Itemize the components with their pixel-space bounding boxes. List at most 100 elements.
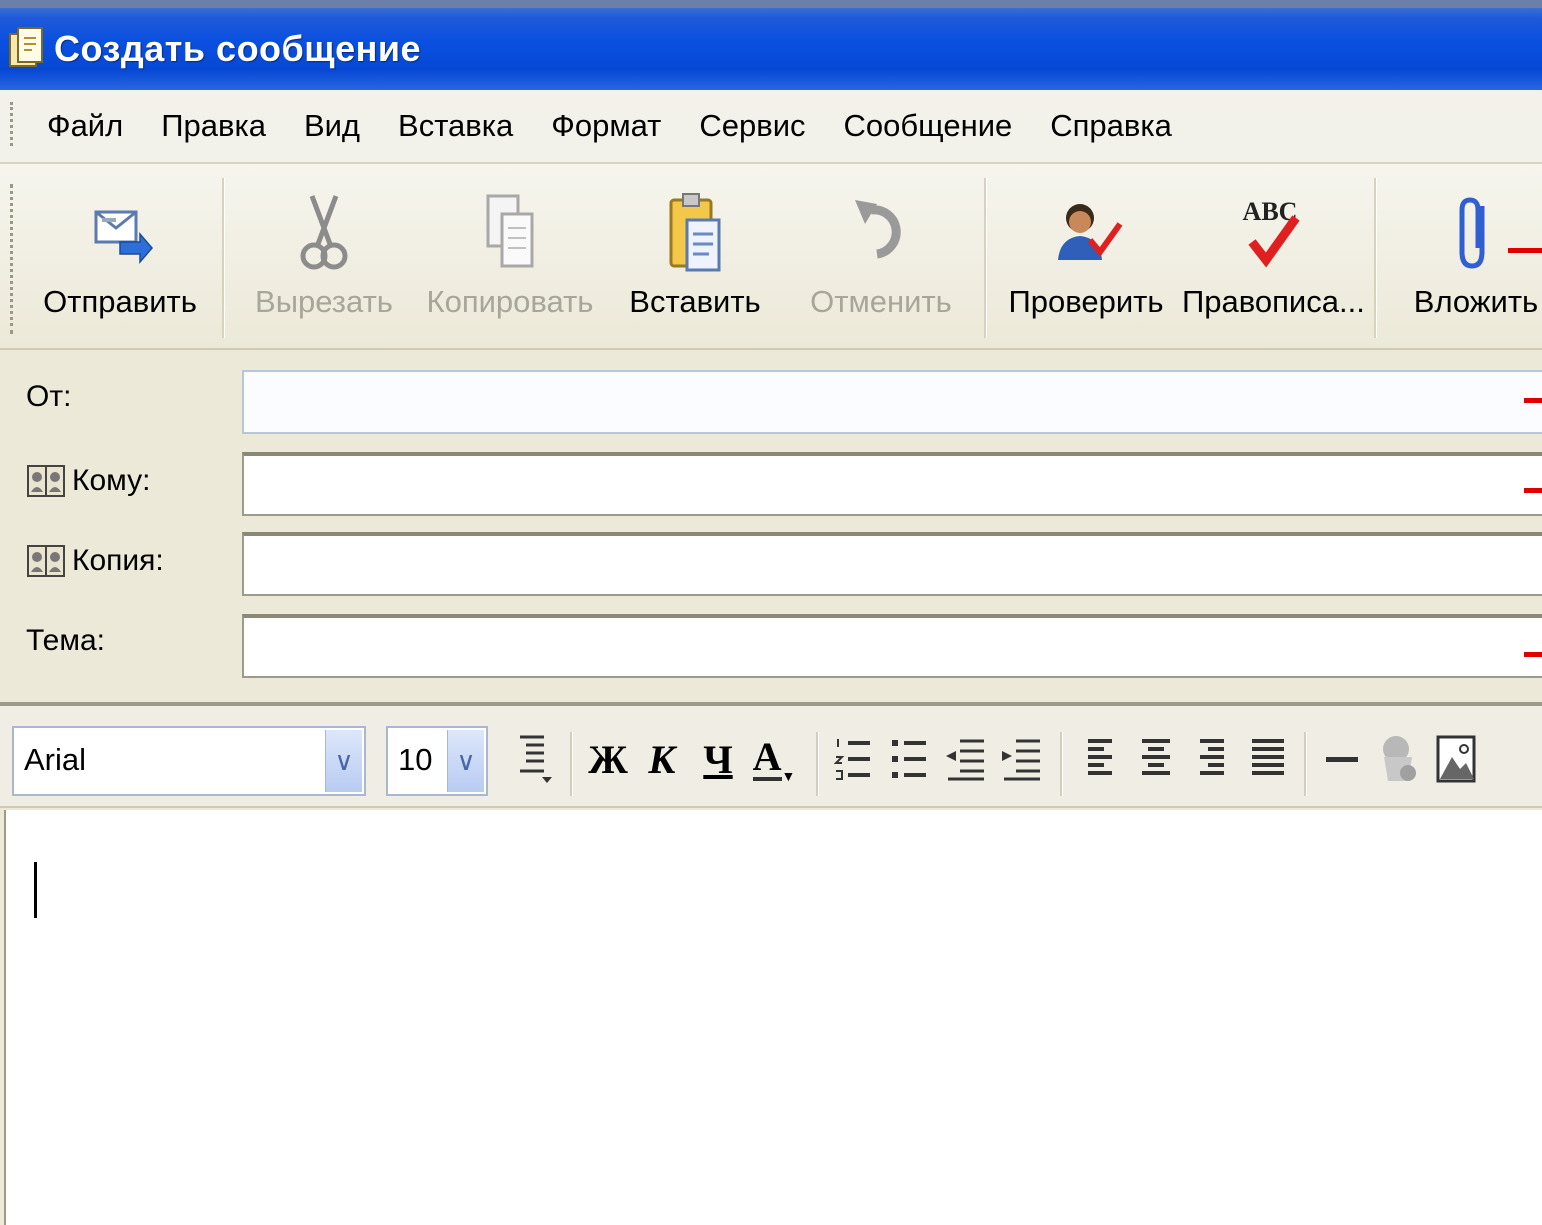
decrease-indent-icon	[946, 739, 984, 781]
font-color-button[interactable]: A ▼	[750, 728, 798, 790]
undo-button[interactable]: Отменить	[806, 164, 956, 344]
send-label: Отправить	[43, 284, 197, 319]
toolbar-grip[interactable]	[10, 184, 16, 334]
font-size-value: 10	[398, 742, 433, 777]
increase-indent-button[interactable]	[998, 728, 1046, 790]
font-name-value: Arial	[24, 742, 87, 777]
menu-help[interactable]: Справка	[1031, 106, 1191, 146]
align-right-icon	[1200, 739, 1224, 775]
spelling-label: Правописа...	[1182, 284, 1365, 319]
spelling-button[interactable]: ABC Правописа...	[1182, 164, 1365, 344]
align-right-button[interactable]	[1188, 728, 1236, 790]
red-pointer-mark	[1524, 488, 1542, 493]
horizontal-line-button[interactable]	[1318, 728, 1366, 790]
cut-label: Вырезать	[255, 284, 393, 319]
insert-picture-button[interactable]	[1432, 728, 1480, 790]
menu-bar: Файл Правка Вид Вставка Формат Сервис Со…	[0, 90, 1542, 164]
red-pointer-mark	[1524, 652, 1542, 657]
paragraph-style-icon	[520, 735, 552, 783]
chevron-down-icon[interactable]: ∨	[447, 730, 484, 792]
undo-label: Отменить	[810, 284, 952, 319]
italic-button[interactable]: К	[638, 728, 686, 790]
check-button[interactable]: Проверить	[1006, 164, 1166, 344]
bold-button[interactable]: Ж	[584, 728, 632, 790]
text-caret	[34, 862, 37, 918]
format-separator	[816, 732, 819, 796]
increase-indent-icon	[1002, 739, 1040, 781]
underline-button[interactable]: Ч	[694, 728, 742, 790]
font-name-select[interactable]: Arial ∨	[12, 726, 366, 796]
toolbar: Отправить Вырезать Копировать Вставить О…	[0, 164, 1542, 350]
align-left-icon	[1088, 739, 1112, 775]
scissors-icon	[300, 195, 348, 270]
menu-view[interactable]: Вид	[285, 106, 379, 146]
from-field[interactable]	[242, 370, 1542, 434]
decrease-indent-button[interactable]	[942, 728, 990, 790]
window-title: Создать сообщение	[54, 28, 422, 69]
align-center-button[interactable]	[1132, 728, 1180, 790]
copy-label: Копировать	[426, 284, 594, 319]
format-separator	[1060, 732, 1063, 796]
menu-format[interactable]: Формат	[532, 106, 680, 146]
to-label[interactable]: Кому:	[26, 462, 150, 500]
to-field[interactable]	[242, 452, 1542, 516]
bullet-list-button[interactable]	[886, 728, 934, 790]
copy-icon	[486, 194, 534, 268]
new-message-icon	[9, 27, 43, 67]
numbered-list-icon	[834, 739, 870, 780]
title-bar[interactable]: Создать сообщение	[0, 0, 1542, 90]
menu-message[interactable]: Сообщение	[825, 106, 1032, 146]
menu-edit[interactable]: Правка	[142, 106, 285, 146]
to-label-text: Кому:	[72, 464, 151, 497]
toolbar-separator	[222, 178, 225, 338]
formatting-toolbar: Arial ∨ 10 ∨ Ж К Ч A ▼	[0, 702, 1542, 808]
format-separator	[1304, 732, 1307, 796]
send-button[interactable]: Отправить	[36, 164, 204, 344]
subject-label-text: Тема:	[26, 624, 105, 657]
paperclip-icon	[1459, 197, 1485, 269]
attach-label: Вложить	[1413, 284, 1539, 319]
cc-label-text: Копия:	[72, 544, 164, 577]
justify-icon	[1252, 739, 1284, 775]
globe-link-icon	[1383, 736, 1416, 781]
menu-tools[interactable]: Сервис	[680, 106, 824, 146]
attach-button[interactable]: Вложить	[1412, 164, 1540, 344]
menu-file[interactable]: Файл	[28, 106, 142, 146]
from-label: От:	[26, 380, 71, 414]
picture-icon	[1436, 735, 1476, 783]
font-color-dropdown-icon: ▼	[781, 768, 796, 784]
address-book-icon[interactable]	[26, 542, 66, 580]
font-size-select[interactable]: 10 ∨	[386, 726, 488, 796]
clipboard-icon	[669, 193, 721, 272]
paste-label: Вставить	[629, 284, 761, 319]
format-separator	[570, 732, 573, 796]
insert-link-button[interactable]	[1374, 728, 1422, 790]
spelling-abc-icon: ABC	[1243, 197, 1300, 268]
menu-insert[interactable]: Вставка	[379, 106, 532, 146]
message-header-fields: От: Кому: Копия: Тема:	[0, 350, 1542, 686]
paragraph-style-button[interactable]	[510, 728, 558, 790]
cc-field[interactable]	[242, 532, 1542, 596]
horizontal-line-icon	[1326, 757, 1358, 762]
copy-button[interactable]: Копировать	[424, 164, 596, 344]
numbered-list-button[interactable]	[830, 728, 878, 790]
chevron-down-icon[interactable]: ∨	[325, 730, 362, 792]
align-center-icon	[1142, 739, 1170, 775]
bullet-list-icon	[892, 740, 926, 778]
menubar-grip[interactable]	[10, 102, 16, 146]
address-book-icon[interactable]	[26, 462, 66, 500]
subject-field[interactable]	[242, 614, 1542, 678]
check-label: Проверить	[1008, 284, 1164, 319]
red-pointer-mark	[1508, 248, 1542, 253]
toolbar-separator	[1374, 178, 1377, 338]
cut-button[interactable]: Вырезать	[244, 164, 404, 344]
subject-label: Тема:	[26, 624, 105, 658]
font-color-label: A	[752, 734, 782, 781]
from-label-text: От:	[26, 380, 72, 413]
align-left-button[interactable]	[1076, 728, 1124, 790]
cc-label[interactable]: Копия:	[26, 542, 164, 580]
paste-button[interactable]: Вставить	[620, 164, 770, 344]
message-body-editor[interactable]	[4, 810, 1542, 1225]
send-mail-icon	[94, 210, 153, 265]
justify-button[interactable]	[1244, 728, 1292, 790]
